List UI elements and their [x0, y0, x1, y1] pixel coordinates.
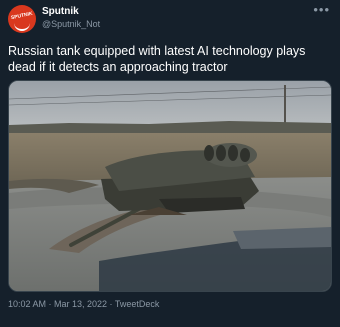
author-handle[interactable]: @Sputnik_Not: [42, 19, 100, 29]
more-options-icon[interactable]: •••: [313, 2, 330, 17]
tweet-text: Russian tank equipped with latest AI tec…: [8, 44, 306, 74]
avatar[interactable]: SPUTNIK: [8, 5, 36, 33]
tweet-card: SPUTNIK Sputnik @Sputnik_Not ••• Russian…: [0, 0, 340, 327]
avatar-logo-text: SPUTNIK: [10, 10, 34, 22]
tweet-timestamp[interactable]: 10:02 AM · Mar 13, 2022 · TweetDeck: [8, 299, 159, 309]
sputnik-logo-icon: [14, 21, 30, 31]
tweet-photo[interactable]: [8, 80, 332, 292]
author-name[interactable]: Sputnik: [42, 6, 79, 17]
tank-photo-image: [9, 81, 331, 291]
